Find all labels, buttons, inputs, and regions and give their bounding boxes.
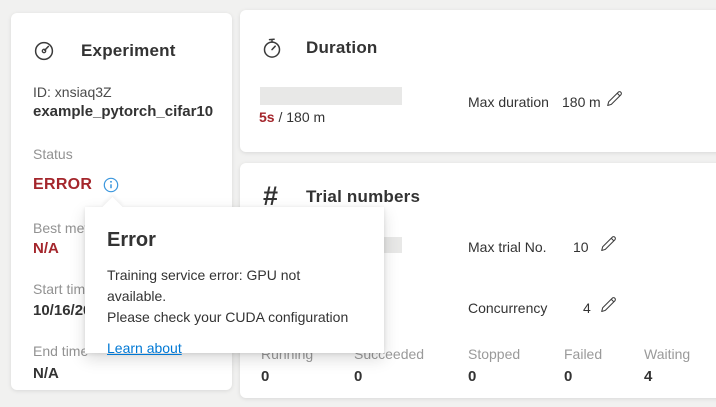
duration-total: 180 m xyxy=(286,109,325,125)
experiment-card-title: Experiment xyxy=(81,41,176,61)
max-duration-label: Max duration xyxy=(468,94,549,110)
duration-elapsed: 5s xyxy=(259,109,275,125)
status-row: ERROR xyxy=(33,176,119,194)
status-value: ERROR xyxy=(33,176,92,194)
max-duration-unit: m xyxy=(589,94,601,110)
tooltip-message: Training service error: GPU not availabl… xyxy=(107,265,362,328)
stat-succeeded-value: 0 xyxy=(354,368,424,385)
stat-waiting-value: 4 xyxy=(644,368,690,385)
end-time-value: N/A xyxy=(33,365,59,382)
stat-waiting: Waiting 4 xyxy=(644,346,690,385)
max-trial-label: Max trial No. xyxy=(468,239,547,255)
concurrency-edit-button[interactable] xyxy=(599,296,617,314)
tooltip-title: Error xyxy=(107,229,362,252)
experiment-id: ID: xnsiaq3Z xyxy=(33,84,112,100)
start-time-label: Start time xyxy=(33,281,93,297)
stat-running-value: 0 xyxy=(261,368,313,385)
error-tooltip: Error Training service error: GPU not av… xyxy=(85,207,384,353)
status-label: Status xyxy=(33,146,73,162)
duration-progress-bar xyxy=(260,87,402,105)
experiment-card-header: Experiment xyxy=(33,40,176,62)
pencil-icon xyxy=(599,296,617,314)
best-metric-value: N/A xyxy=(33,240,59,257)
end-time-label: End time xyxy=(33,343,88,359)
pencil-icon xyxy=(605,90,623,108)
tooltip-message-line2: Please check your CUDA configuration xyxy=(107,307,362,328)
tooltip-content: Error Training service error: GPU not av… xyxy=(85,207,384,353)
learn-about-link[interactable]: Learn about xyxy=(107,340,182,356)
stat-stopped-label: Stopped xyxy=(468,346,520,362)
duration-separator: / xyxy=(275,109,287,125)
duration-card-header: Duration xyxy=(261,37,377,59)
error-info-icon[interactable] xyxy=(103,177,119,193)
stat-failed: Failed 0 xyxy=(564,346,602,385)
experiment-name: example_pytorch_cifar10 xyxy=(33,103,213,120)
max-trial-value: 10 xyxy=(573,239,589,255)
concurrency-value: 4 xyxy=(583,300,591,316)
trial-card-title: Trial numbers xyxy=(306,187,420,207)
duration-card-title: Duration xyxy=(306,38,377,58)
tooltip-message-line1: Training service error: GPU not availabl… xyxy=(107,265,362,307)
concurrency-label: Concurrency xyxy=(468,300,547,316)
hash-icon: # xyxy=(263,183,278,210)
stat-waiting-label: Waiting xyxy=(644,346,690,362)
max-duration-value: 180 xyxy=(562,94,585,110)
max-duration-edit-button[interactable] xyxy=(605,90,623,108)
duration-elapsed-line: 5s / 180 m xyxy=(259,109,325,125)
duration-card: Duration 5s / 180 m Max duration 180 m xyxy=(240,10,716,152)
stopwatch-icon xyxy=(261,37,283,59)
trial-card-header: # Trial numbers xyxy=(263,183,420,210)
stat-stopped-value: 0 xyxy=(468,368,520,385)
pencil-icon xyxy=(599,235,617,253)
max-trial-edit-button[interactable] xyxy=(599,235,617,253)
nni-overview-page: { "colors": { "page_bg": "#f1f1f0", "car… xyxy=(0,0,716,407)
stat-failed-label: Failed xyxy=(564,346,602,362)
stat-stopped: Stopped 0 xyxy=(468,346,520,385)
stat-failed-value: 0 xyxy=(564,368,602,385)
gauge-icon xyxy=(33,40,55,62)
